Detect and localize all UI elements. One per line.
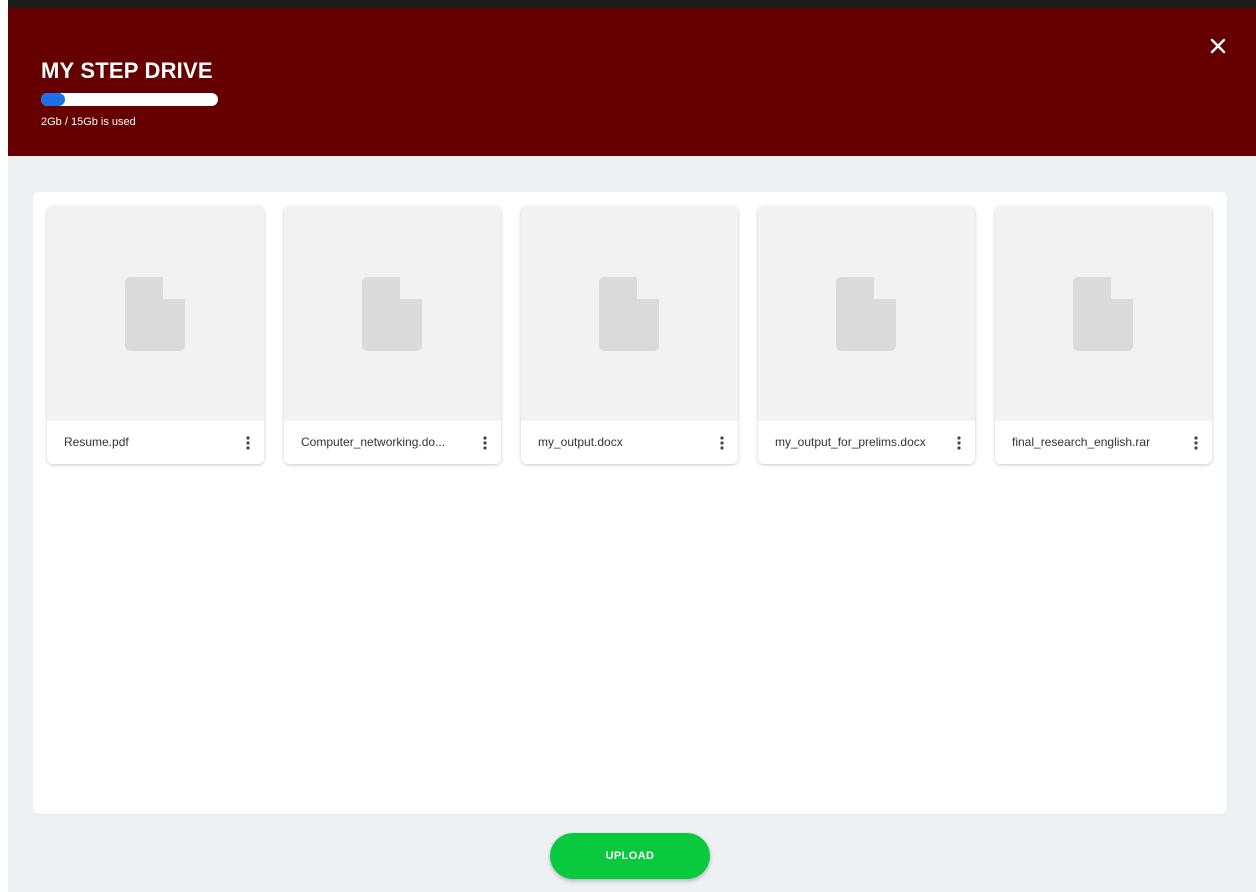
file-name: my_output.docx [538,435,623,449]
storage-usage-bar [41,93,218,106]
file-thumbnail[interactable] [284,206,501,421]
more-vertical-icon [483,436,487,450]
file-icon [836,277,896,351]
drive-header: MY STEP DRIVE 2Gb / 15Gb is used [8,8,1256,156]
file-icon [1073,277,1133,351]
file-icon [599,277,659,351]
file-name: my_output_for_prelims.docx [775,435,926,449]
upload-button[interactable]: UPLOAD [550,833,710,879]
close-button[interactable] [1206,34,1230,58]
file-card[interactable]: my_output_for_prelims.docx [758,206,975,464]
window-top-edge [8,0,1256,8]
drive-title: MY STEP DRIVE [41,58,213,83]
file-thumbnail[interactable] [995,206,1212,421]
file-icon [362,277,422,351]
more-vertical-icon [246,436,250,450]
more-vertical-icon [957,436,961,450]
file-name: Resume.pdf [64,435,129,449]
file-name: Computer_networking.do... [301,435,446,449]
more-vertical-icon [1194,436,1198,450]
file-name: final_research_english.rar [1012,435,1151,449]
file-card[interactable]: final_research_english.rar [995,206,1212,464]
file-card-footer: Resume.pdf [47,421,264,464]
file-card-footer: final_research_english.rar [995,421,1212,464]
file-card-footer: Computer_networking.do... [284,421,501,464]
file-icon [125,277,185,351]
file-card-footer: my_output_for_prelims.docx [758,421,975,464]
file-options-button[interactable] [243,433,253,453]
drive-dialog: MY STEP DRIVE 2Gb / 15Gb is used Resume.… [8,8,1256,892]
file-thumbnail[interactable] [758,206,975,421]
file-thumbnail[interactable] [521,206,738,421]
file-card-footer: my_output.docx [521,421,738,464]
file-card[interactable]: Computer_networking.do... [284,206,501,464]
file-options-button[interactable] [480,433,490,453]
files-panel: Resume.pdf Computer_networking.do... my_… [33,192,1227,814]
file-options-button[interactable] [1191,433,1201,453]
file-options-button[interactable] [717,433,727,453]
more-vertical-icon [720,436,724,450]
storage-usage-text: 2Gb / 15Gb is used [41,116,136,128]
file-options-button[interactable] [954,433,964,453]
storage-usage-fill [41,93,65,106]
file-card[interactable]: Resume.pdf [47,206,264,464]
close-icon [1210,38,1226,54]
file-thumbnail[interactable] [47,206,264,421]
file-card[interactable]: my_output.docx [521,206,738,464]
